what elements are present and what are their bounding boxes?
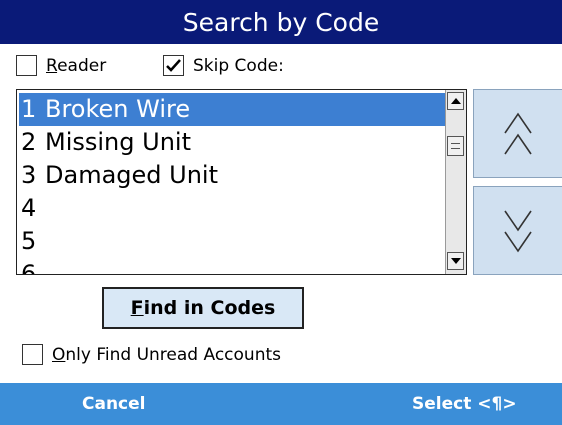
- reader-checkbox-box[interactable]: [16, 55, 37, 76]
- page-title: Search by Code: [182, 7, 380, 37]
- only-unread-checkbox-box[interactable]: [22, 344, 43, 365]
- scroll-down-button[interactable]: [447, 252, 464, 270]
- softkey-bar: Cancel Select <¶>: [0, 383, 562, 425]
- cancel-softkey[interactable]: Cancel: [82, 383, 145, 425]
- skip-code-label: Skip Code:: [193, 55, 284, 76]
- list-scrollbar[interactable]: [445, 90, 466, 274]
- double-chevron-down-icon: [504, 210, 532, 252]
- list-item[interactable]: 1 Broken Wire: [19, 93, 445, 126]
- list-item[interactable]: 6: [19, 258, 445, 274]
- triangle-down-icon: [450, 258, 461, 264]
- reader-label: Reader: [46, 55, 107, 76]
- double-chevron-up-icon: [504, 112, 532, 154]
- scroll-up-button[interactable]: [447, 92, 464, 110]
- code-list[interactable]: 1 Broken Wire 2 Missing Unit 3 Damaged Unit…: [16, 89, 467, 275]
- list-item[interactable]: 3 Damaged Unit: [19, 159, 445, 192]
- reader-checkbox[interactable]: Reader: [16, 55, 106, 76]
- list-item[interactable]: 4: [19, 192, 445, 225]
- title-bar: Search by Code: [0, 0, 562, 44]
- find-in-codes-label: Find in Codes: [130, 297, 276, 319]
- find-in-codes-button[interactable]: Find in Codes: [102, 287, 304, 329]
- page-up-button[interactable]: [473, 89, 562, 178]
- scroll-thumb[interactable]: [447, 136, 464, 156]
- checkmark-icon: [166, 59, 181, 72]
- select-softkey[interactable]: Select <¶>: [412, 383, 517, 425]
- list-item[interactable]: 2 Missing Unit: [19, 126, 445, 159]
- only-unread-label: Only Find Unread Accounts: [52, 344, 281, 365]
- triangle-up-icon: [450, 98, 461, 104]
- page-down-button[interactable]: [473, 186, 562, 275]
- list-item[interactable]: 5: [19, 225, 445, 258]
- options-row: Reader Skip Code:: [0, 55, 562, 85]
- only-unread-checkbox[interactable]: Only Find Unread Accounts: [22, 344, 281, 365]
- skip-code-checkbox-box[interactable]: [163, 55, 184, 76]
- skip-code-checkbox[interactable]: Skip Code:: [163, 55, 284, 76]
